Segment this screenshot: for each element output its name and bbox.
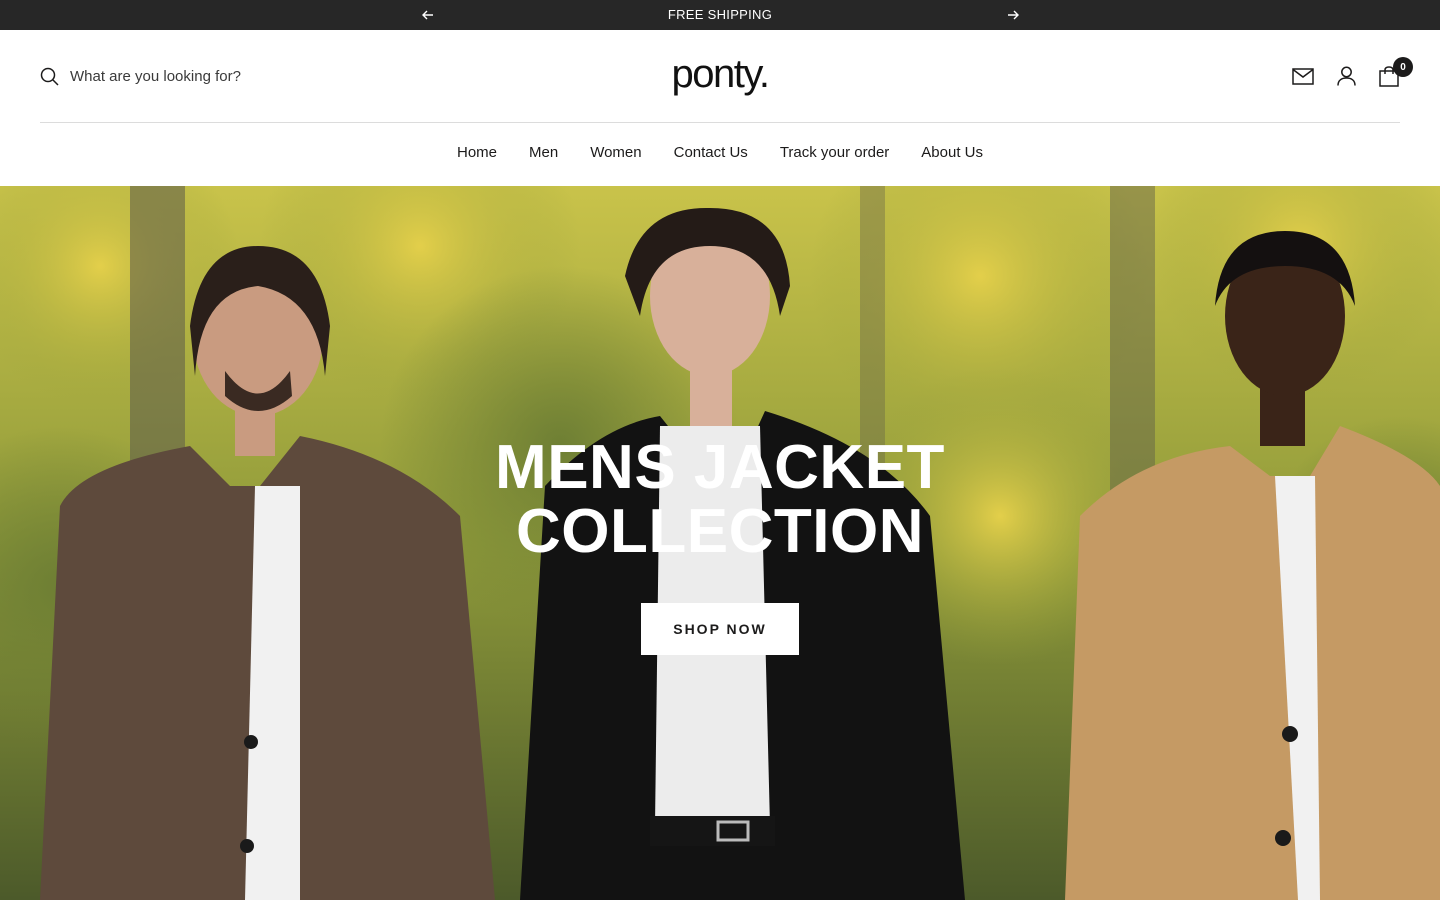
hero-banner: MENS JACKET COLLECTION SHOP NOW bbox=[0, 186, 1440, 900]
nav-item-women[interactable]: Women bbox=[590, 144, 641, 162]
announcement-bar: FREE SHIPPING bbox=[0, 0, 1440, 30]
header-actions: 0 bbox=[1271, 57, 1413, 87]
mail-icon[interactable] bbox=[1292, 65, 1314, 87]
search-input[interactable] bbox=[70, 67, 350, 85]
nav-item-about-us[interactable]: About Us bbox=[921, 144, 983, 162]
shop-now-button[interactable]: SHOP NOW bbox=[641, 603, 799, 655]
main-nav: Home Men Women Contact Us Track your ord… bbox=[0, 144, 1440, 162]
nav-item-men[interactable]: Men bbox=[529, 144, 558, 162]
hero-title-line-1: MENS JACKET bbox=[495, 433, 945, 502]
search-icon[interactable] bbox=[40, 67, 59, 86]
announcement-text: FREE SHIPPING bbox=[667, 7, 773, 22]
header-divider bbox=[40, 122, 1400, 123]
site-header: ponty. 0 Home Men Women Contact Us Track… bbox=[0, 30, 1440, 186]
user-icon[interactable] bbox=[1335, 65, 1357, 87]
search-bar[interactable] bbox=[40, 66, 360, 86]
arrow-right-icon[interactable] bbox=[1005, 7, 1021, 23]
nav-item-contact-us[interactable]: Contact Us bbox=[674, 144, 748, 162]
logo-text[interactable]: ponty. bbox=[672, 52, 771, 96]
nav-item-home[interactable]: Home bbox=[457, 144, 497, 162]
nav-item-track-order[interactable]: Track your order bbox=[780, 144, 889, 162]
hero-title: MENS JACKET COLLECTION bbox=[0, 436, 1440, 564]
hero-title-line-2: COLLECTION bbox=[516, 497, 924, 566]
cart-count-badge: 0 bbox=[1393, 57, 1413, 77]
cart-icon[interactable]: 0 bbox=[1378, 57, 1413, 87]
